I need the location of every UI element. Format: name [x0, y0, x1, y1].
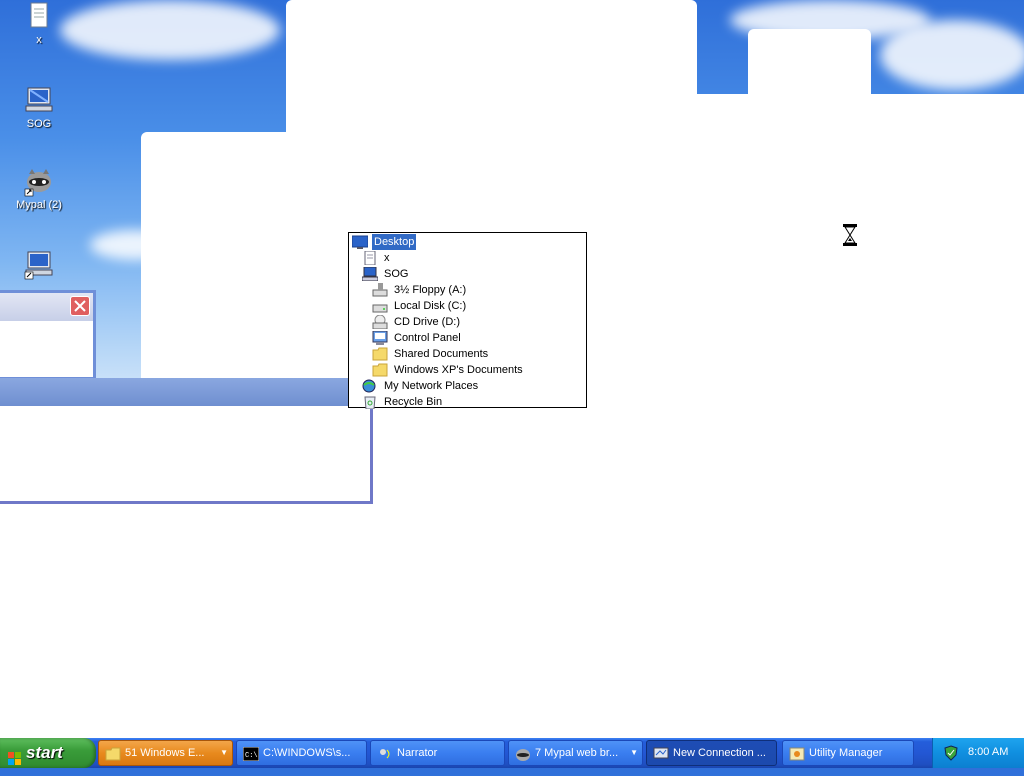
- cd-drive-icon: [372, 314, 388, 330]
- desktop-icon-label: Mypal (2): [16, 199, 62, 211]
- desktop-icon-computer-shortcut[interactable]: [4, 248, 74, 288]
- chevron-down-icon: ▼: [220, 748, 228, 757]
- partial-window-titlebar: [0, 378, 370, 406]
- taskbar-button-windows-explorer[interactable]: 51 Windows E... ▼: [98, 740, 233, 766]
- folder-icon: [105, 746, 121, 761]
- tree-item-label: Shared Documents: [394, 348, 489, 360]
- system-tray: 8:00 AM: [932, 738, 1024, 768]
- taskbar-button-mypal[interactable]: 7 Mypal web br... ▼: [508, 740, 643, 766]
- tree-item-label: CD Drive (D:): [394, 316, 460, 328]
- command-prompt-icon: C:\: [242, 746, 260, 762]
- narrator-icon: [377, 746, 393, 760]
- hard-disk-icon: [372, 299, 388, 313]
- control-panel-icon: [372, 330, 388, 345]
- close-icon: [74, 300, 86, 312]
- recycle-bin-icon: [362, 395, 378, 410]
- unpainted-window-region: [286, 0, 697, 140]
- desktop-icon-sog[interactable]: SOG: [4, 84, 74, 130]
- desktop-icon-label: x: [36, 34, 42, 46]
- tree-item-label: Windows XP's Documents: [394, 364, 523, 376]
- taskbar-button-label: 51 Windows E...: [125, 747, 205, 759]
- partial-window: [0, 290, 96, 380]
- taskbar-button-label: Utility Manager: [809, 747, 883, 759]
- start-label: start: [26, 743, 63, 762]
- taskbar-button-label: 7 Mypal web br...: [535, 747, 619, 759]
- taskbar: start 51 Windows E... ▼ C:\ C:\WINDOWS\s…: [0, 738, 1024, 768]
- taskbar-button-label: C:\WINDOWS\s...: [263, 747, 351, 759]
- windows-flag-icon: [8, 746, 22, 765]
- unpainted-window-region: [697, 94, 1024, 139]
- tree-item-label: 3½ Floppy (A:): [394, 284, 467, 296]
- mypal-raccoon-icon: [23, 165, 55, 197]
- taskbar-button-label: New Connection ...: [673, 747, 766, 759]
- taskbar-button-label: Narrator: [397, 747, 438, 759]
- cloud: [60, 0, 280, 60]
- tree-item-label: Desktop: [372, 234, 417, 250]
- desktop-icon-x[interactable]: x: [4, 0, 74, 46]
- cloud: [880, 20, 1024, 90]
- svg-text:C:\: C:\: [245, 752, 258, 760]
- utility-manager-icon: [789, 746, 805, 761]
- my-computer-icon: [361, 266, 379, 282]
- taskbar-button-new-connection[interactable]: New Connection ...: [646, 740, 777, 766]
- desktop-icon: [351, 235, 369, 249]
- start-button[interactable]: start: [0, 738, 96, 768]
- document-icon: [362, 250, 378, 266]
- tree-item-label: Local Disk (C:): [394, 300, 467, 312]
- chevron-down-icon: ▼: [630, 748, 638, 757]
- hourglass-cursor-icon: [843, 224, 857, 246]
- floppy-drive-icon: [372, 283, 388, 297]
- security-shield-icon[interactable]: [943, 745, 959, 761]
- clock[interactable]: 8:00 AM: [968, 746, 1008, 758]
- tree-item-label: Control Panel: [394, 332, 461, 344]
- document-icon: [23, 0, 55, 32]
- desktop-icon-label: SOG: [26, 118, 52, 130]
- tree-item-label: SOG: [384, 268, 409, 280]
- my-computer-shortcut-icon: [23, 248, 55, 280]
- my-computer-icon: [23, 84, 55, 116]
- network-places-icon: [362, 379, 378, 393]
- unpainted-window-region: [0, 500, 145, 738]
- desktop-icon-mypal[interactable]: Mypal (2): [4, 165, 74, 211]
- tree-item-label: x: [384, 252, 390, 264]
- tree-item-label: Recycle Bin: [384, 396, 443, 408]
- folder-tree-dropdown[interactable]: Desktop x SOG 3½ Floppy (A:) Local Disk …: [348, 232, 587, 410]
- mypal-raccoon-icon: [515, 746, 531, 761]
- unpainted-window-region: [748, 29, 871, 99]
- new-connection-icon: [653, 746, 669, 760]
- tree-item-label: My Network Places: [384, 380, 479, 392]
- folder-icon: [372, 347, 388, 361]
- taskbar-button-command-prompt[interactable]: C:\ C:\WINDOWS\s...: [236, 740, 367, 766]
- folder-icon: [372, 363, 388, 377]
- partial-window: [0, 378, 373, 504]
- taskbar-button-utility-manager[interactable]: Utility Manager: [782, 740, 914, 766]
- close-button[interactable]: [70, 296, 90, 316]
- taskbar-button-narrator[interactable]: Narrator: [370, 740, 505, 766]
